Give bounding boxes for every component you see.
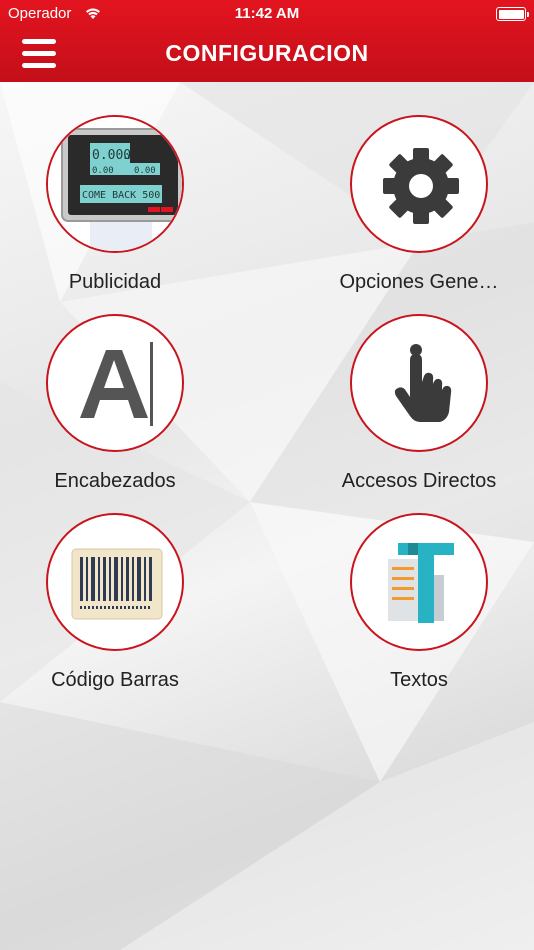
tile-encabezados[interactable]: Encabezados [5, 314, 225, 494]
tap-hand-icon [350, 314, 488, 452]
tile-publicidad-label: Publicidad [68, 271, 162, 293]
tile-accesos-directos[interactable]: Accesos Directos [309, 314, 529, 494]
tile-codigo-barras-label: Código Barras [51, 669, 179, 691]
gear-icon [350, 115, 488, 253]
tile-textos-label: Textos [390, 669, 448, 691]
status-time: 11:42 AM [234, 5, 300, 22]
tile-codigo-barras[interactable]: Código Barras [5, 513, 225, 693]
tile-accesos-directos-label: Accesos Directos [341, 470, 497, 492]
tile-textos[interactable]: Textos [309, 513, 529, 693]
svg-text:COME BACK 500: COME BACK 500 [82, 190, 160, 201]
text-document-icon [350, 513, 488, 651]
tile-publicidad[interactable]: 0.000 LB 0.00 0.00 COME BACK 500 Publici… [5, 115, 225, 295]
scale-display-icon: 0.000 LB 0.00 0.00 COME BACK 500 [46, 115, 184, 253]
svg-text:LB: LB [124, 154, 131, 161]
page-title: CONFIGURACION [165, 40, 369, 66]
tile-opciones-generales-label: Opciones Gene… [339, 271, 499, 293]
tile-encabezados-label: Encabezados [54, 470, 176, 492]
status-bar: Operador 11:42 AM [0, 0, 534, 28]
barcode-icon [46, 513, 184, 651]
tile-opciones-generales[interactable]: Opciones Gene… [309, 115, 529, 295]
text-cursor-icon [46, 314, 184, 452]
navigation-bar: Operador 11:42 AM CONFIGURACION [0, 0, 534, 82]
svg-text:0.00: 0.00 [92, 166, 114, 176]
svg-text:0.00: 0.00 [134, 166, 156, 176]
battery-icon [496, 7, 529, 21]
